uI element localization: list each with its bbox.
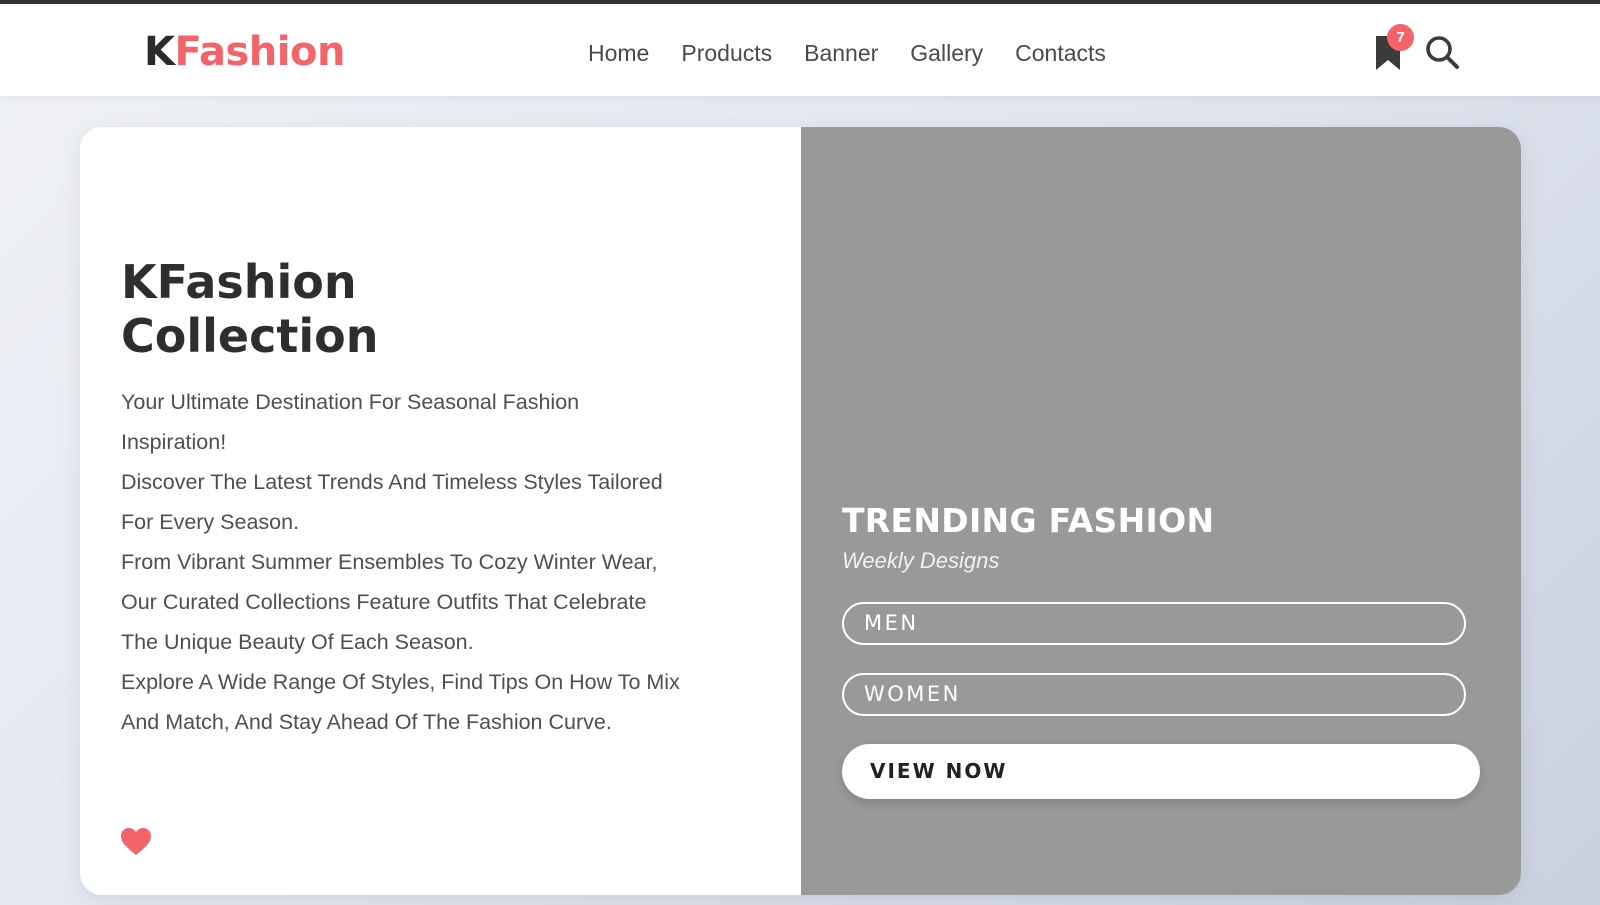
hero-text-line: Discover The Latest Trends And Timeless … (121, 470, 663, 494)
hero-text-line: Explore A Wide Range Of Styles, Find Tip… (121, 670, 680, 694)
hero-description: Your Ultimate Destination For Seasonal F… (121, 382, 721, 742)
trending-subtitle: Weekly Designs (842, 548, 1000, 573)
hero-card: KFashion Collection Your Ultimate Destin… (80, 127, 1521, 895)
hero-text-line: For Every Season. (121, 510, 300, 534)
site-header: KFashion Home Products Banner Gallery Co… (0, 4, 1600, 96)
brand-logo-k: K (144, 29, 175, 75)
trending-panel: TRENDING FASHION Weekly Designs MEN WOME… (801, 127, 1521, 895)
main-nav: Home Products Banner Gallery Contacts (588, 38, 1138, 68)
women-category-button[interactable]: WOMEN (842, 673, 1466, 716)
brand-logo-fashion: Fashion (174, 29, 346, 75)
hero-text-line: Our Curated Collections Feature Outfits … (121, 590, 647, 614)
hero-info-panel: KFashion Collection Your Ultimate Destin… (80, 127, 801, 895)
nav-products[interactable]: Products (681, 38, 772, 68)
nav-home[interactable]: Home (588, 38, 649, 68)
men-category-button[interactable]: MEN (842, 602, 1466, 645)
view-now-button[interactable]: VIEW NOW (842, 744, 1480, 799)
hero-text-line: Your Ultimate Destination For Seasonal F… (121, 390, 580, 414)
nav-contacts[interactable]: Contacts (1015, 38, 1106, 68)
hero-title-line1: KFashion (121, 255, 357, 309)
hero-text-line: From Vibrant Summer Ensembles To Cozy Wi… (121, 550, 658, 574)
hero-text-line: Inspiration! (121, 430, 227, 454)
hero-text-line: And Match, And Stay Ahead Of The Fashion… (121, 710, 612, 734)
hero-text-line: The Unique Beauty Of Each Season. (121, 630, 474, 654)
trending-title: TRENDING FASHION (842, 501, 1215, 540)
nav-gallery[interactable]: Gallery (910, 38, 983, 68)
brand-logo[interactable]: KFashion (144, 28, 345, 76)
bookmark-count-badge: 7 (1387, 24, 1414, 51)
heart-icon[interactable] (120, 827, 152, 857)
hero-title: KFashion Collection (121, 255, 521, 363)
nav-banner[interactable]: Banner (804, 38, 878, 68)
search-icon[interactable] (1424, 34, 1460, 70)
hero-title-line2: Collection (121, 309, 379, 363)
header-icons: 7 (1370, 24, 1480, 80)
